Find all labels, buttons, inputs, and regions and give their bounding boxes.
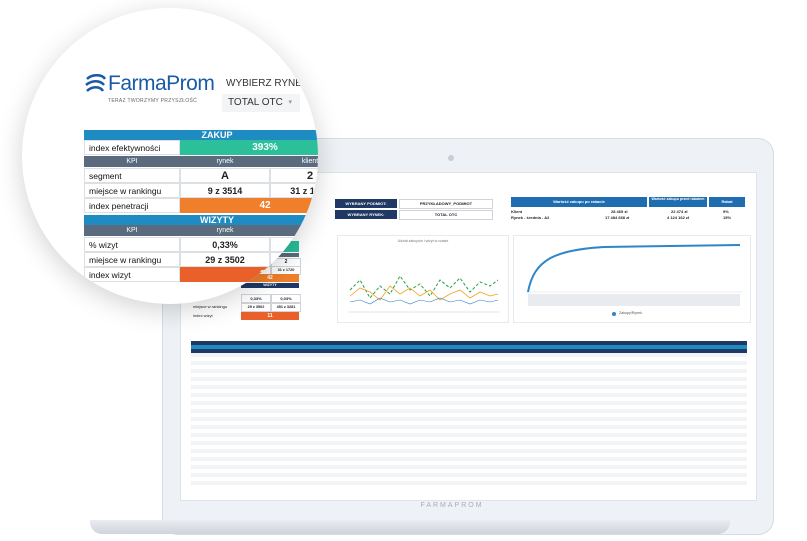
mini-index-wizyt-label: index wizyt [193,313,213,318]
index-wizyt-row: index wizyt 11 [84,267,318,282]
efficiency-label: index efektywności [84,140,180,155]
laptop-base [90,520,730,534]
klient-after: 28 465 zł [611,209,628,214]
mini-wizyty-title: WIZYTY [241,283,299,288]
wizyt-pct-label: % wizyt [84,237,180,252]
zakup-rank-label: miejsce w rankingu [84,183,180,198]
rynek-label: Rynek - średnia - A2 [511,215,550,220]
efficiency-row: index efektywności 393% [84,140,318,155]
selected-entity-label: WYBRANY PODMIOT: [335,199,397,208]
line-series-orange [349,285,499,301]
mini-wrank-rynek: 29 z 3502 [241,303,271,312]
index-wizyt-value: 11 [180,267,318,282]
brand-name: FarmaProm [108,72,215,95]
wizyt-pct-row: % wizyt 0,33% 0,03% [84,237,318,252]
segment-klient: 2 [270,168,318,183]
wizyt-pct-klient: 0,03% [270,237,318,252]
rynek-after: 17 484 668 zł [605,215,630,220]
zakup-col-kpi: KPI [126,158,138,165]
rynek-rabat: 15% [723,215,732,220]
klient-label: Klient [511,209,523,214]
magnifier-overlay: FarmaProm TERAZ TWORZYMY PRZYSZŁOŚĆ WYBI… [22,8,318,304]
farmaprom-logo-icon [85,74,106,92]
discount-table: Wartość zakupu po rabacie Wartość zakupu… [511,197,747,237]
wizyty-title: WIZYTY [84,215,318,225]
laptop-brand: FARMAPROM [420,502,484,509]
wizyty-rank-klient: 451 z 3281 [270,252,318,267]
discount-header2: Wartość zakupu przed rabatem [649,197,707,207]
zakup-rank-row: miejsce w rankingu 9 z 3514 31 z 1720 [84,183,318,198]
segment-label: segment [84,168,180,183]
zakup-title: ZAKUP [84,130,318,140]
zakup-col-klient: klient [301,158,318,165]
line-chart-title: Udział zakupów i wizyt w czasie [397,239,449,243]
penetration-label: index penetracji [84,198,180,213]
legend-label: Zakupy/Rynek [619,311,642,315]
market-selector-value: TOTAL OTC [228,97,283,108]
wizyty-col-rynek: rynek [216,227,234,234]
legend-dot [612,312,616,316]
index-wizyt-label: index wizyt [84,267,180,282]
wizyty-rank-row: miejsce w rankingu 29 z 3502 451 z 3281 [84,252,318,267]
segment-rynek: A [180,168,270,183]
market-selector[interactable]: TOTAL OTC ▾ [222,94,300,112]
zakup-rank-rynek: 9 z 3514 [180,183,270,198]
wizyty-col-klient: klient [301,227,318,234]
mini-wizyt-rynek: 0,33% [241,294,271,303]
zakup-rank-klient: 31 z 1720 [270,183,318,198]
cumulative-curve [527,244,741,293]
wizyt-pct-rynek: 0,33% [180,237,270,252]
mini-index-wizyt-value: 11 [241,312,299,320]
selected-market-value[interactable]: TOTAL OTC [399,210,493,220]
brand-tagline: TERAZ TWORZYMY PRZYSZŁOŚĆ [108,98,197,104]
selected-entity-value[interactable]: PRZYKŁADOWY_PODMIOT [399,199,493,209]
data-table [191,341,747,487]
discount-header: Wartość zakupu po rabacie [511,197,647,207]
wizyty-col-kpi: KPI [126,227,138,234]
penetration-value: 42 [180,198,318,213]
zakup-col-rynek: rynek [216,158,234,165]
line-series-blue [349,297,499,305]
zakup-col-header: KPI rynek klient [84,156,318,167]
rabat-header: Rabat [709,197,745,207]
camera-icon [448,155,454,161]
line-chart-panel: Udział zakupów i wizyt w czasie [337,235,509,323]
wizyty-rank-label: miejsce w rankingu [84,252,180,267]
penetration-row: index penetracji 42 [84,198,318,213]
mini-wrank-label: miejsce w rankingu [193,304,228,309]
wizyty-col-header: KPI rynek klient [84,225,318,236]
klient-rabat: 9% [723,209,729,214]
klient-before: 22 474 zł [671,209,688,214]
wizyty-rank-rynek: 29 z 3502 [180,252,270,267]
rynek-before: 4 124 162 zł [667,215,690,220]
selected-market-label: WYBRANY RYNEK: [335,210,397,219]
segment-row: segment A 2 [84,168,318,183]
mini-wrank-klient: 451 z 3281 [271,303,301,312]
efficiency-value: 393% [180,140,318,155]
table-rows[interactable] [191,353,747,487]
line-chart-svg [348,275,500,313]
market-selector-label: WYBIERZ RYNEK [226,78,309,89]
chevron-down-icon: ▾ [288,99,292,106]
curve-chart-svg [526,244,742,306]
mini-wizyt-klient: 0,03% [271,294,301,303]
curve-chart-panel: Zakupy/Rynek [513,235,751,323]
